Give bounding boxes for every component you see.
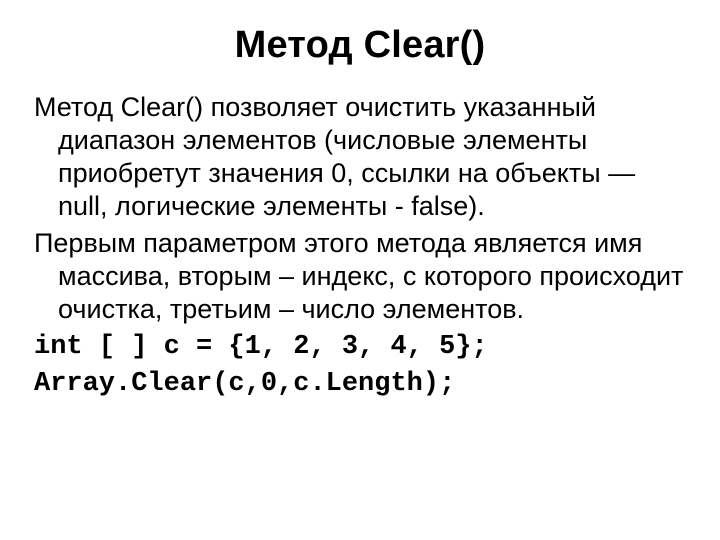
slide: Метод Clear() Метод Clear() позволяет оч… — [0, 0, 720, 540]
slide-title: Метод Clear() — [34, 24, 686, 67]
paragraph-1: Метод Clear() позволяет очистить указанн… — [34, 91, 686, 223]
code-line-2: Array.Clear(c,0,c.Length); — [34, 367, 686, 402]
slide-body: Метод Clear() позволяет очистить указанн… — [34, 91, 686, 402]
code-line-1: int [ ] c = {1, 2, 3, 4, 5}; — [34, 330, 686, 365]
paragraph-2: Первым параметром этого метода является … — [34, 227, 686, 326]
